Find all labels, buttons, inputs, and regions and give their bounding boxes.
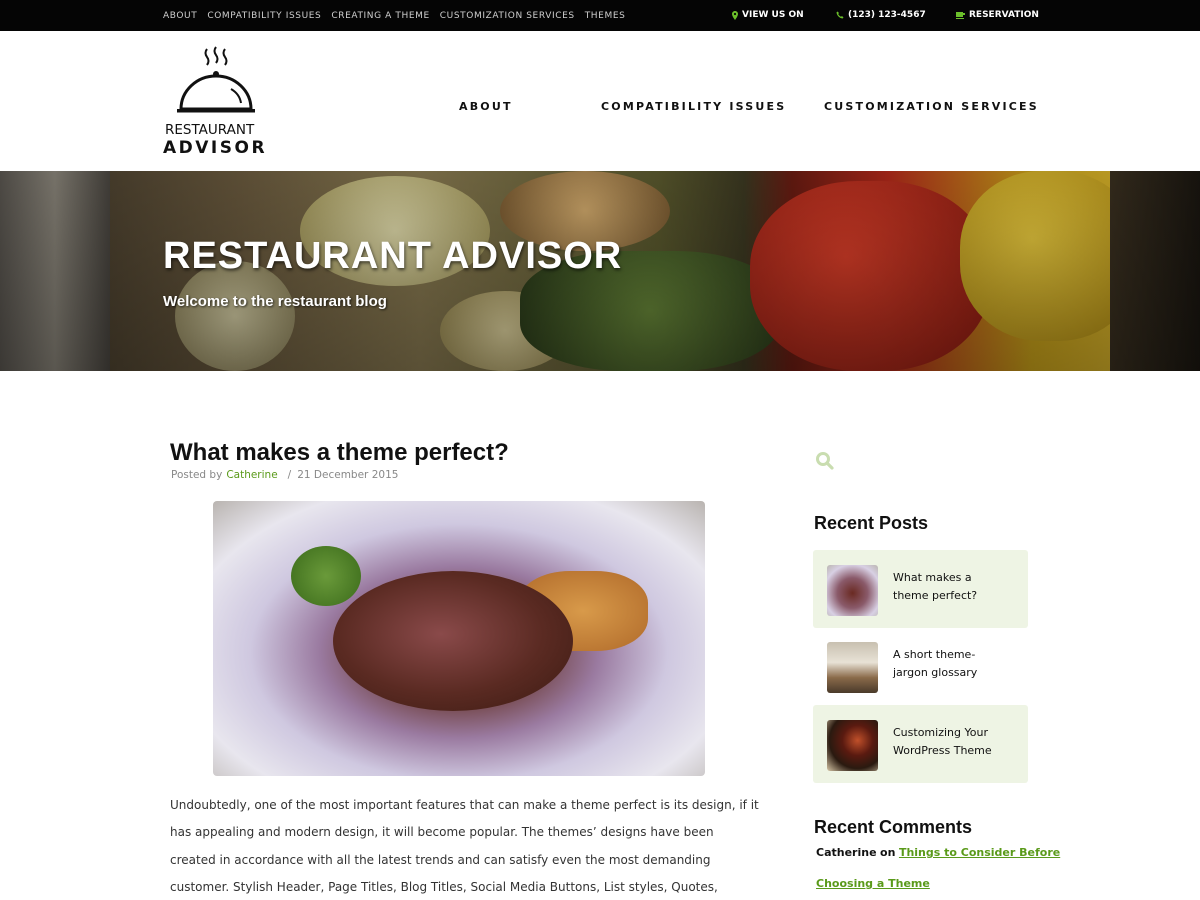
recent-post-title: A short theme-jargon glossary [893, 648, 978, 679]
post-date: 21 December 2015 [297, 469, 399, 481]
nav-item-compatibility-issues[interactable]: COMPATIBILITY ISSUES [601, 100, 786, 113]
reservation-label: RESERVATION [969, 10, 1039, 20]
top-link-about[interactable]: ABOUT [163, 11, 197, 21]
recent-post-title: What makes a theme perfect? [893, 571, 978, 602]
hero-subtitle: Welcome to the restaurant blog [163, 293, 387, 310]
post-excerpt: Undoubtedly, one of the most important f… [170, 798, 759, 894]
top-link-customization-services[interactable]: CUSTOMIZATION SERVICES [440, 11, 575, 21]
search-icon[interactable] [815, 451, 835, 476]
recent-post-thumbnail [827, 720, 878, 771]
image-meat [333, 571, 573, 711]
image-broccoli [291, 546, 361, 606]
recent-posts-heading: Recent Posts [814, 513, 929, 533]
meta-separator: / [287, 469, 292, 481]
site-logo[interactable]: RESTAURANT ADVISOR [163, 45, 273, 160]
comment-post-link[interactable]: Things to Consider Before [899, 846, 1060, 859]
comment-post-link[interactable]: Choosing a Theme [816, 877, 930, 890]
top-link-creating-a-theme[interactable]: CREATING A THEME [331, 11, 429, 21]
recent-post-thumbnail [827, 565, 878, 616]
cloche-icon [175, 45, 257, 117]
hero-title: RESTAURANT ADVISOR [163, 235, 623, 277]
recent-post-item[interactable]: What makes a theme perfect? [813, 550, 1028, 628]
phone-icon [836, 11, 844, 19]
view-us-on-label: VIEW US ON [742, 10, 804, 20]
top-link-themes[interactable]: THEMES [585, 11, 626, 21]
recent-comment-item: Choosing a Theme [816, 877, 930, 890]
comment-on-label: on [880, 846, 896, 859]
view-us-on-link[interactable]: VIEW US ON [732, 10, 804, 20]
top-bar: ABOUT COMPATIBILITY ISSUES CREATING A TH… [0, 0, 1200, 31]
nav-item-customization-services[interactable]: CUSTOMIZATION SERVICES [824, 100, 1039, 113]
phone-number: (123) 123-4567 [848, 10, 926, 20]
map-pin-icon [732, 10, 738, 20]
phone-link[interactable]: (123) 123-4567 [836, 10, 926, 20]
recent-post-item[interactable]: Customizing Your WordPress Theme [813, 705, 1028, 783]
top-link-compatibility-issues[interactable]: COMPATIBILITY ISSUES [207, 11, 321, 21]
recent-comment-item: Catherine on Things to Consider Before [816, 846, 1060, 859]
nav-item-about[interactable]: ABOUT [459, 100, 513, 113]
reservation-link[interactable]: RESERVATION [956, 10, 1039, 20]
post-featured-image[interactable] [213, 501, 705, 776]
logo-line-advisor: ADVISOR [163, 138, 268, 158]
post-title[interactable]: What makes a theme perfect? [170, 439, 509, 467]
post-meta: Posted by Catherine / 21 December 2015 [171, 469, 398, 481]
comment-author: Catherine [816, 846, 877, 859]
recent-post-item[interactable]: A short theme-jargon glossary [813, 627, 1028, 705]
cup-icon [956, 11, 965, 19]
site-header: RESTAURANT ADVISOR ABOUT COMPATIBILITY I… [0, 31, 1200, 171]
post-author-link[interactable]: Catherine [226, 469, 277, 481]
top-links: ABOUT COMPATIBILITY ISSUES CREATING A TH… [163, 11, 625, 21]
recent-post-thumbnail [827, 642, 878, 693]
posted-by-label: Posted by [171, 469, 223, 481]
logo-line-restaurant: RESTAURANT [165, 122, 255, 138]
recent-post-title: Customizing Your WordPress Theme [893, 726, 992, 757]
recent-comments-heading: Recent Comments [814, 817, 973, 837]
hero-banner: RESTAURANT ADVISOR Welcome to the restau… [0, 171, 1200, 371]
